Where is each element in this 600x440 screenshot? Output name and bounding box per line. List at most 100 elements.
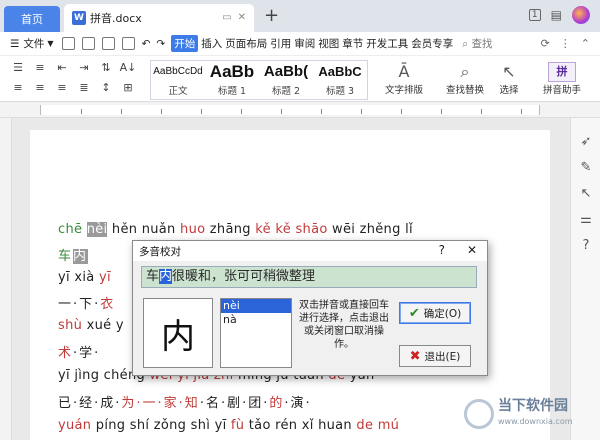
menu-tab-developer[interactable]: 开发工具 <box>366 36 408 51</box>
menu-icon[interactable]: ☰ <box>10 38 19 50</box>
title-right-area: 1 ▤ <box>528 6 590 24</box>
pinyin-text: xué y <box>82 318 124 333</box>
exit-label: 退出(E) <box>424 350 461 363</box>
ruler-tick <box>241 109 242 114</box>
confirm-button[interactable]: ✔ 确定(O) <box>399 302 471 324</box>
pinyin-line: shù xué y <box>58 318 124 333</box>
pinyin-option[interactable]: nèi <box>221 299 291 313</box>
adjust-icon[interactable]: ⚌ <box>571 206 600 232</box>
align-right-icon[interactable]: ≡ <box>52 80 72 94</box>
ruler-tick <box>521 109 522 114</box>
horizontal-ruler[interactable] <box>0 102 600 118</box>
help-button[interactable]: ? <box>439 243 445 257</box>
pinyin-text: de mú <box>356 418 400 433</box>
sentence-text: 很暖和，张可可稍微整理 <box>172 269 316 284</box>
hanzi-line: 已·经·成·为·一·家·知·名·剧·团·的·演· <box>58 392 312 411</box>
export-pdf-icon[interactable] <box>81 37 95 50</box>
chevron-down-icon[interactable]: ▼ <box>47 39 53 48</box>
pinyin-text: kě kě shāo <box>255 222 328 237</box>
vertical-ruler[interactable] <box>0 118 12 440</box>
tab-home[interactable]: 首页 <box>4 6 60 32</box>
watermark-logo-icon <box>464 399 494 429</box>
menu-tab-page-layout[interactable]: 页面布局 <box>225 36 267 51</box>
search-box[interactable]: ⌕ 查找 <box>462 36 492 51</box>
pinyin-text: píng shí zǒng shì yī <box>91 418 231 433</box>
sync-icon[interactable]: ⟳ <box>541 37 550 50</box>
style-preview: AaBb <box>209 62 255 81</box>
pinyin-option[interactable]: nà <box>221 313 291 327</box>
sort-icon[interactable]: A↓ <box>118 60 138 74</box>
close-icon[interactable]: ✕ <box>467 243 477 257</box>
menu-tab-section[interactable]: 章节 <box>342 36 363 51</box>
x-icon: ✖ <box>409 348 421 364</box>
menu-tab-start[interactable]: 开始 <box>171 35 199 52</box>
redo-icon[interactable]: ↷ <box>156 38 165 50</box>
new-tab-button[interactable]: + <box>264 5 279 26</box>
pinyin-text: huo <box>180 222 206 237</box>
window-count-badge[interactable]: 1 <box>528 9 541 21</box>
dialog-title-bar[interactable]: 多音校对 <box>133 241 487 261</box>
pinyin-option-list[interactable]: nèi nà <box>220 298 292 368</box>
tab-document[interactable]: W 拼音.docx ▭ ✕ <box>64 4 254 32</box>
style-body[interactable]: AaBbCcDd 正文 <box>151 61 205 99</box>
style-label: 标题 3 <box>325 86 355 97</box>
ruler-tick <box>161 109 162 114</box>
ruler-tick <box>401 109 402 114</box>
style-heading-1[interactable]: AaBb 标题 1 <box>205 61 259 99</box>
numbered-list-icon[interactable]: ≡ <box>30 60 50 74</box>
rocket-icon[interactable]: ➶ <box>571 128 600 154</box>
pinyin-text: yuán <box>58 418 92 433</box>
print-preview-icon[interactable] <box>121 37 135 50</box>
print-icon[interactable] <box>101 37 115 50</box>
cursor-icon[interactable]: ↖ <box>571 180 600 206</box>
pinyin-helper-button[interactable]: 拼 拼音助手 <box>534 62 590 96</box>
menu-file[interactable]: 文件 <box>23 36 44 51</box>
menubar-right: ⟳ ⋮ ⌃ <box>541 37 590 50</box>
select-label: 选择 <box>499 85 519 96</box>
collapse-ribbon-icon[interactable]: ⌃ <box>581 37 590 50</box>
undo-icon[interactable]: ↶ <box>142 38 151 50</box>
float-window-icon[interactable]: ▭ <box>222 12 231 23</box>
style-heading-3[interactable]: AaBbC 标题 3 <box>313 61 367 99</box>
menu-tab-review[interactable]: 审阅 <box>294 36 315 51</box>
menu-tab-view[interactable]: 视图 <box>318 36 339 51</box>
exit-button[interactable]: ✖ 退出(E) <box>399 345 471 367</box>
text-layout-button[interactable]: Ā 文字排版 <box>378 62 430 96</box>
pen-icon[interactable]: ✎ <box>571 154 600 180</box>
avatar[interactable] <box>572 6 590 24</box>
pinyin-text: hěn nuǎn <box>107 222 181 237</box>
text-direction-icon[interactable]: ⇅ <box>96 60 116 74</box>
help-icon[interactable]: ? <box>571 232 600 258</box>
writer-doc-icon: W <box>72 11 86 25</box>
tab-close-icon[interactable]: ✕ <box>238 12 246 23</box>
save-icon[interactable] <box>61 37 75 50</box>
increase-indent-icon[interactable]: ⇥ <box>74 60 94 74</box>
menu-tab-insert[interactable]: 插入 <box>201 36 222 51</box>
hanzi-text: 术 <box>58 346 74 361</box>
ruler-tick <box>201 109 202 114</box>
pinyin-line: yuán píng shí zǒng shì yī fù tǎo rén xǐ … <box>58 418 399 433</box>
hanzi-text: 衣 <box>100 297 116 312</box>
justify-icon[interactable]: ≣ <box>74 80 94 94</box>
style-heading-2[interactable]: AaBb( 标题 2 <box>259 61 313 99</box>
borders-icon[interactable]: ⊞ <box>118 80 138 94</box>
dialog-hint: 双击拼音或直接回车进行选择，点击退出或关闭窗口取消操作。 <box>299 300 389 350</box>
menu-tab-references[interactable]: 引用 <box>270 36 291 51</box>
find-replace-label: 查找替换 <box>445 85 484 96</box>
find-replace-button[interactable]: ⌕ 查找替换 <box>440 62 490 96</box>
align-left-icon[interactable]: ≡ <box>8 80 28 94</box>
bullet-list-icon[interactable]: ☰ <box>8 60 28 74</box>
menu-tab-member[interactable]: 会员专享 <box>411 36 453 51</box>
hanzi-text: 为·一·家·知 <box>121 396 200 411</box>
pinyin-text: zhāng <box>205 222 256 237</box>
select-button[interactable]: ↖ 选择 <box>494 62 524 96</box>
character-preview: 内 <box>143 298 213 368</box>
decrease-indent-icon[interactable]: ⇤ <box>52 60 72 74</box>
align-center-icon[interactable]: ≡ <box>30 80 50 94</box>
cursor-icon: ↖ <box>502 62 516 81</box>
dialog-controls: ? ✕ <box>439 243 477 257</box>
line-spacing-icon[interactable]: ↕ <box>96 80 116 94</box>
ruler-tick <box>281 109 282 114</box>
layout-icon[interactable]: ▤ <box>551 8 562 22</box>
more-icon[interactable]: ⋮ <box>560 37 571 50</box>
